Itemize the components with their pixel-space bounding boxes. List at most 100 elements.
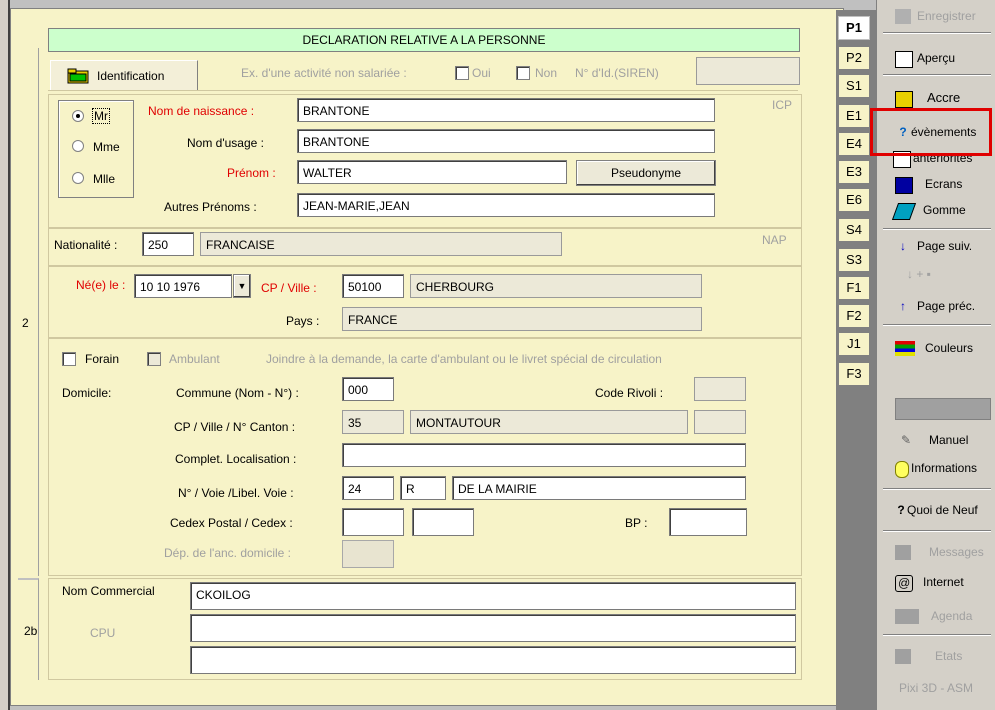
apercu-button[interactable]: Aperçu <box>877 46 995 70</box>
nom-usage-field[interactable]: BRANTONE <box>297 129 715 153</box>
forain-checkbox[interactable] <box>62 352 76 366</box>
radio-mlle[interactable] <box>72 172 84 184</box>
libelle-voie-field[interactable]: DE LA MAIRIE <box>452 476 746 500</box>
vtab-e1[interactable]: E1 <box>838 104 870 128</box>
icp-label: ICP <box>772 98 793 112</box>
nom-commercial-field[interactable]: CKOILOG <box>190 582 796 610</box>
toolbar-separator <box>883 74 991 76</box>
birth-date-field[interactable]: 10 10 1976 <box>134 274 232 298</box>
informations-button[interactable]: Informations <box>877 456 995 480</box>
vtab-p2[interactable]: P2 <box>838 46 870 70</box>
commercial-line2-field[interactable] <box>190 614 796 642</box>
palette-icon <box>895 341 915 356</box>
toolbar-separator <box>883 228 991 230</box>
commercial-line3-field[interactable] <box>190 646 796 674</box>
prenom-field[interactable]: WALTER <box>297 160 567 184</box>
page-suiv-button[interactable]: ↓ Page suiv. <box>877 234 995 258</box>
enregistrer-button[interactable]: Enregistrer <box>877 4 995 28</box>
bp-field[interactable] <box>669 508 747 536</box>
quoi-de-neuf-button[interactable]: ? Quoi de Neuf <box>877 498 995 522</box>
cedex-label: Cedex Postal / Cedex : <box>170 516 293 530</box>
agenda-button[interactable]: Agenda <box>877 604 995 628</box>
manuel-button[interactable]: ✎ Manuel <box>877 428 995 452</box>
monitor-icon <box>895 177 913 194</box>
preview-icon <box>895 51 913 68</box>
chevron-down-icon: ▼ <box>237 281 247 291</box>
internet-button[interactable]: @ Internet <box>877 570 995 594</box>
complet-localisation-field[interactable] <box>342 443 746 467</box>
type-voie-field[interactable]: R <box>400 476 446 500</box>
internet-icon: @ <box>895 575 913 592</box>
section-gutter-2: 2 <box>18 48 39 576</box>
ambulant-checkbox[interactable] <box>147 352 161 366</box>
toolbar-separator <box>883 324 991 326</box>
radio-mr-label: Mr <box>92 108 110 124</box>
tab-identification[interactable]: Identification <box>50 60 198 91</box>
non-checkbox[interactable] <box>516 66 530 80</box>
radio-mlle-label: Mlle <box>93 172 116 186</box>
section-gutter-2b: 2b <box>18 578 39 680</box>
nationalite-code-field[interactable]: 250 <box>142 232 194 256</box>
vtab-s1[interactable]: S1 <box>838 74 870 98</box>
autres-prenoms-field[interactable]: JEAN-MARIE,JEAN <box>297 193 715 217</box>
nom-naissance-label: Nom de naissance : <box>148 104 255 118</box>
non-salaried-label: Ex. d'une activité non salariée : <box>241 66 407 80</box>
page-suiv-save-button[interactable]: ↓ + ▪ <box>877 262 995 286</box>
siren-label: N° d'Id.(SIREN) <box>575 66 659 80</box>
ecrans-button[interactable]: Ecrans <box>877 172 995 196</box>
cpu-label: CPU <box>90 626 116 640</box>
messages-button[interactable]: Messages <box>877 540 995 564</box>
birth-cp-field[interactable]: 50100 <box>342 274 404 298</box>
nom-usage-label: Nom d'usage : <box>187 136 264 150</box>
couleurs-button[interactable]: Couleurs <box>877 336 995 360</box>
vtab-p1[interactable]: P1 <box>838 16 870 40</box>
etats-button[interactable]: Etats <box>877 644 995 668</box>
page-prec-button[interactable]: ↑ Page préc. <box>877 294 995 318</box>
oui-label: Oui <box>472 66 491 80</box>
vtab-f3[interactable]: F3 <box>838 362 870 386</box>
code-rivoli-field <box>694 377 746 401</box>
accre-button[interactable]: Accre <box>877 86 995 110</box>
commune-label: Commune (Nom - N°) : <box>176 386 299 400</box>
vtab-f2[interactable]: F2 <box>838 304 870 328</box>
vtab-e4[interactable]: E4 <box>838 132 870 156</box>
vtab-e3[interactable]: E3 <box>838 160 870 184</box>
tab-divider <box>48 90 798 91</box>
form-title: DECLARATION RELATIVE A LA PERSONNE <box>48 28 800 52</box>
birth-date-dropdown[interactable]: ▼ <box>233 274 251 298</box>
arrow-up-icon: ↑ <box>900 299 906 313</box>
cedex-field[interactable] <box>412 508 474 536</box>
pays-field: FRANCE <box>342 307 702 331</box>
folder-icon <box>895 91 913 108</box>
vtab-s3[interactable]: S3 <box>838 248 870 272</box>
folder-icon <box>67 68 89 84</box>
arrow-down-icon: ↓ <box>900 239 906 253</box>
bar-chart-icon <box>895 649 911 664</box>
ambulant-notice: Joindre à la demande, la carte d'ambulan… <box>266 352 662 366</box>
toolbar-separator <box>883 32 991 34</box>
vtab-e6[interactable]: E6 <box>838 188 870 212</box>
voie-label: N° / Voie /Libel. Voie : <box>178 486 294 500</box>
commune-field[interactable]: 000 <box>342 377 394 401</box>
domicile-label: Domicile: <box>62 386 112 400</box>
save-icon <box>895 9 911 24</box>
nom-naissance-field[interactable]: BRANTONE <box>297 98 715 122</box>
code-rivoli-label: Code Rivoli : <box>595 386 664 400</box>
vtab-s4[interactable]: S4 <box>838 218 870 242</box>
autres-prenoms-label: Autres Prénoms : <box>164 200 257 214</box>
gomme-button[interactable]: Gomme <box>877 198 995 222</box>
radio-mme[interactable] <box>72 140 84 152</box>
calendar-icon <box>895 609 919 624</box>
cedex-postal-field[interactable] <box>342 508 404 536</box>
canton-field <box>694 410 746 434</box>
vtab-f1[interactable]: F1 <box>838 276 870 300</box>
color-swatch[interactable] <box>895 398 991 420</box>
oui-checkbox[interactable] <box>455 66 469 80</box>
siren-field[interactable] <box>696 57 800 85</box>
vtab-j1[interactable]: J1 <box>838 332 870 356</box>
window-left-border <box>0 0 10 710</box>
pseudonyme-button[interactable]: Pseudonyme <box>576 160 716 186</box>
toolbar-separator <box>883 530 991 532</box>
radio-mr[interactable] <box>72 110 84 122</box>
numero-voie-field[interactable]: 24 <box>342 476 394 500</box>
